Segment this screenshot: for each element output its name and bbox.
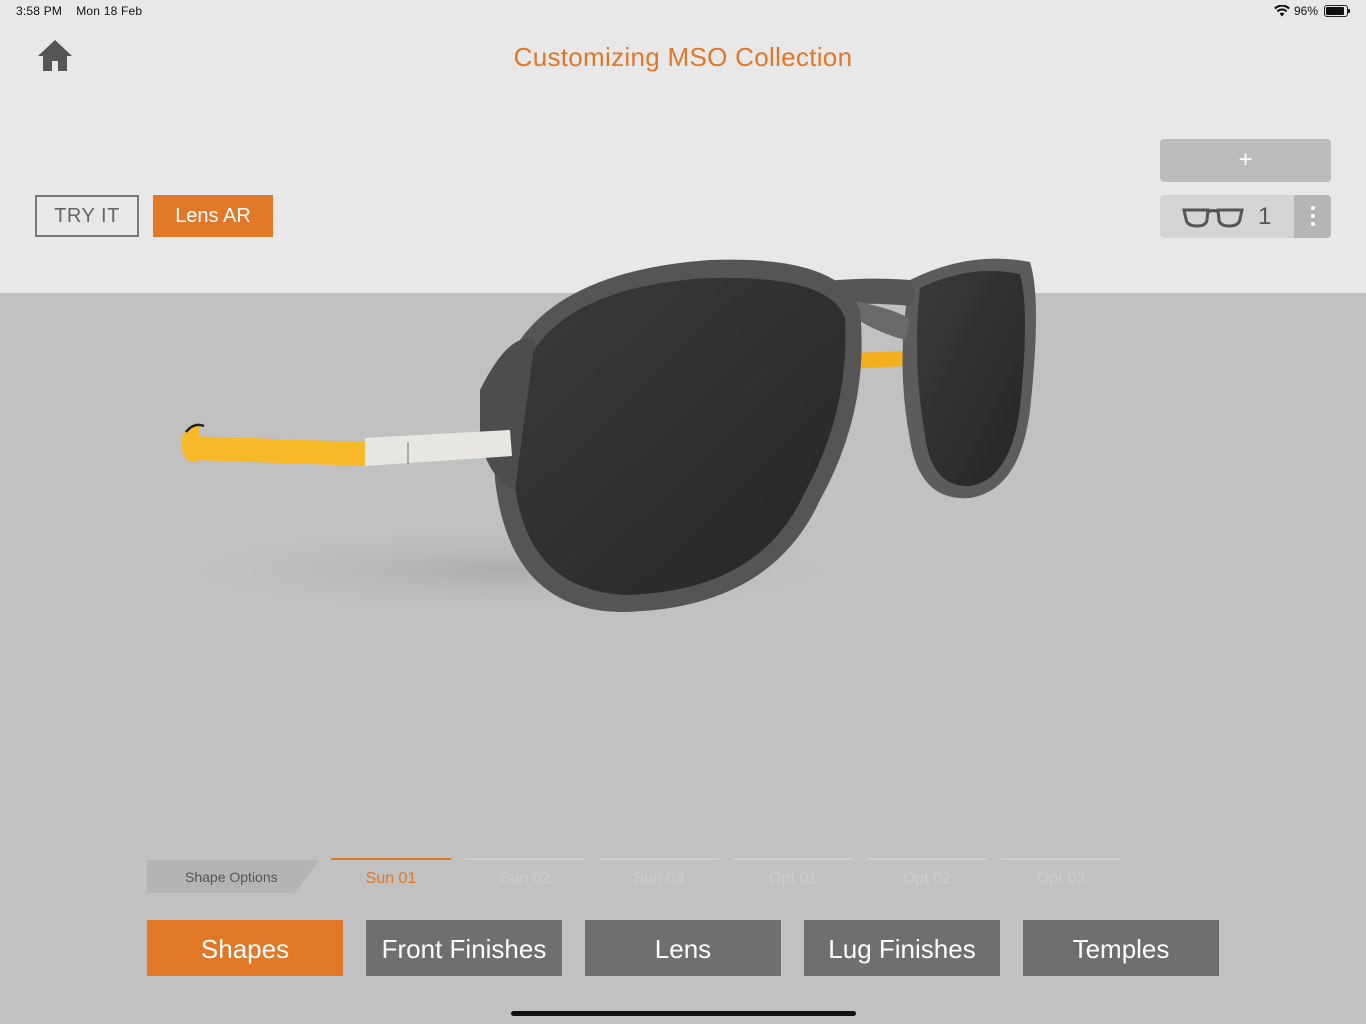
page-title: Customizing MSO Collection bbox=[513, 42, 853, 72]
subtab-sun-03[interactable]: Sun 03 bbox=[599, 858, 719, 896]
tab-lug-finishes[interactable]: Lug Finishes bbox=[804, 920, 1000, 976]
add-frame-button[interactable]: + bbox=[1160, 139, 1331, 182]
glasses-3d-preview[interactable] bbox=[150, 240, 1070, 640]
tab-front-finishes[interactable]: Front Finishes bbox=[366, 920, 562, 976]
subtab-opt-03[interactable]: Opt 03 bbox=[1001, 858, 1121, 896]
subtab-sun-01[interactable]: Sun 01 bbox=[331, 858, 451, 896]
saved-count: 1 bbox=[1258, 203, 1272, 230]
subtab-opt-01[interactable]: Opt 01 bbox=[733, 858, 853, 896]
far-lens bbox=[902, 258, 1036, 499]
try-it-button[interactable]: TRY IT bbox=[35, 195, 139, 237]
status-bar-time: 3:58 PM Mon 18 Feb bbox=[16, 4, 142, 18]
wifi-icon bbox=[1274, 5, 1290, 17]
shape-options-label: Shape Options bbox=[147, 860, 319, 893]
time-text: 3:58 PM bbox=[16, 4, 63, 18]
near-temple bbox=[182, 423, 512, 466]
glasses-icon bbox=[1182, 208, 1244, 228]
date-text: Mon 18 Feb bbox=[76, 4, 143, 18]
shape-options-bar: Shape Options Sun 01 Sun 02 Sun 03 Opt 0… bbox=[147, 858, 1127, 894]
subtab-sun-02[interactable]: Sun 02 bbox=[465, 858, 585, 896]
battery-icon bbox=[1324, 5, 1350, 17]
saved-frames-counter[interactable]: 1 bbox=[1160, 195, 1331, 238]
subtab-opt-02[interactable]: Opt 02 bbox=[867, 858, 987, 896]
status-bar-right: 96% bbox=[1274, 4, 1350, 18]
tab-shapes[interactable]: Shapes bbox=[147, 920, 343, 976]
tab-temples[interactable]: Temples bbox=[1023, 920, 1219, 976]
more-options-button[interactable] bbox=[1294, 195, 1331, 238]
lens-ar-button[interactable]: Lens AR bbox=[153, 195, 273, 237]
battery-percent: 96% bbox=[1293, 4, 1318, 18]
tab-lens[interactable]: Lens bbox=[585, 920, 781, 976]
home-indicator[interactable] bbox=[511, 1011, 856, 1016]
